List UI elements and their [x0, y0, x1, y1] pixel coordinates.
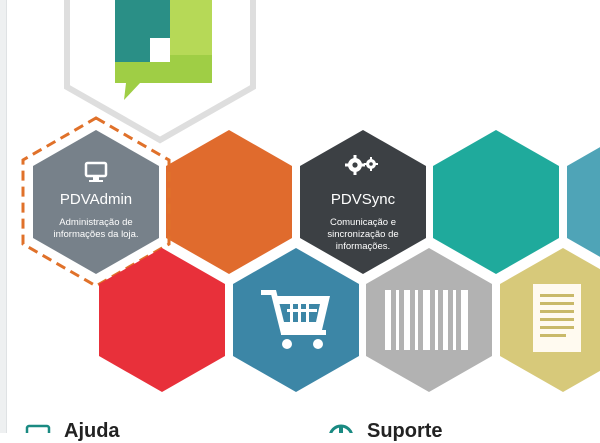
pdvadmin-title: PDVAdmin — [59, 191, 133, 208]
help-link[interactable]: Ajuda — [64, 420, 120, 443]
tile-teal[interactable] — [433, 130, 559, 274]
tile-red[interactable] — [99, 248, 225, 392]
tile-cart[interactable] — [233, 248, 359, 392]
help-book-icon — [25, 424, 51, 433]
support-icon — [329, 424, 353, 433]
barcode-icon — [385, 290, 468, 350]
tile-pdvsync[interactable]: PDVSync Comunicação e sincronização de i… — [317, 191, 409, 253]
pdvadmin-description: Administração de informações da loja. — [53, 217, 139, 240]
tile-pdvadmin[interactable]: PDVAdmin Administração de informações da… — [40, 191, 152, 241]
tile-orange[interactable] — [166, 130, 292, 274]
tile-blue-partial[interactable] — [567, 130, 600, 274]
document-icon — [533, 284, 581, 352]
pdvsync-title: PDVSync — [330, 191, 396, 208]
pdvsync-description: Comunicação e sincronização de informaçõ… — [327, 217, 399, 252]
chat-bubble-logo — [115, 0, 212, 100]
support-link[interactable]: Suporte — [367, 420, 443, 443]
